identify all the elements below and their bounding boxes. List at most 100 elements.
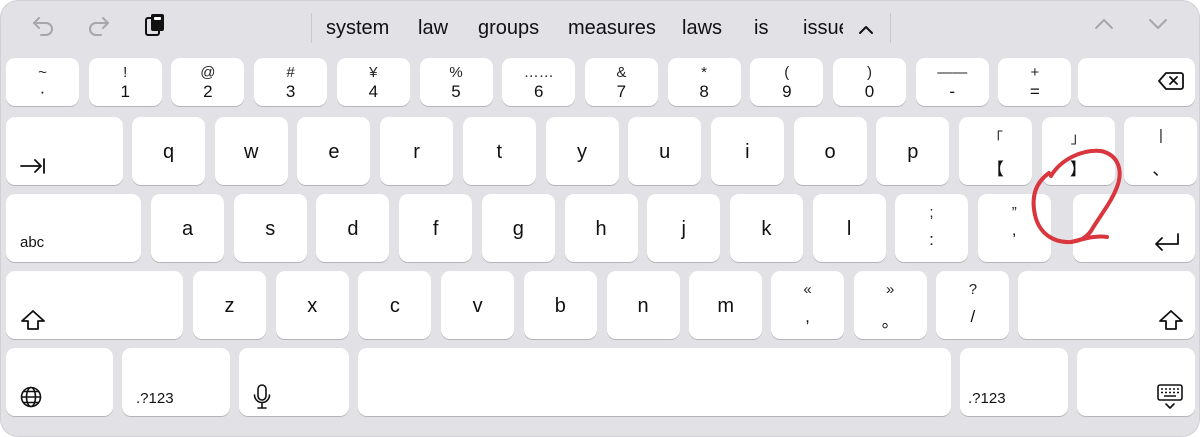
- number-key[interactable]: @2: [171, 58, 245, 106]
- suggestion-item[interactable]: law: [418, 1, 448, 55]
- key-top-label: 」: [1070, 130, 1086, 147]
- key-bottom-label: 5: [451, 82, 461, 101]
- letter-key-m[interactable]: m: [689, 271, 763, 339]
- number-key[interactable]: ) 0: [833, 58, 906, 106]
- key-top-label: &: [616, 64, 627, 81]
- letter-key-a[interactable]: a: [151, 194, 224, 262]
- letter-key-g[interactable]: g: [481, 194, 555, 262]
- symbol-key[interactable]: 」】: [1041, 117, 1115, 185]
- symbol-key[interactable]: «,: [771, 271, 844, 339]
- symbol-key[interactable]: ;:: [895, 194, 968, 262]
- letter-key-l[interactable]: l: [812, 194, 886, 262]
- key-label: b: [554, 295, 566, 317]
- expand-suggestions-button[interactable]: [843, 13, 889, 47]
- letter-key-y[interactable]: y: [545, 117, 619, 185]
- letter-key-w[interactable]: w: [214, 117, 288, 185]
- letter-key-j[interactable]: j: [647, 194, 721, 262]
- symbol-key[interactable]: |、: [1124, 117, 1198, 185]
- key-label: t: [496, 141, 503, 163]
- letter-key-h[interactable]: h: [564, 194, 638, 262]
- letter-key-n[interactable]: n: [606, 271, 680, 339]
- number-key[interactable]: #3: [254, 58, 328, 106]
- letter-key-r[interactable]: r: [380, 117, 454, 185]
- suggestion-item[interactable]: issue: [803, 1, 843, 55]
- redo-arrow-icon: [89, 17, 109, 36]
- number-key[interactable]: * 8: [667, 58, 741, 106]
- delete-key[interactable]: [1078, 58, 1195, 106]
- redo-button[interactable]: [85, 11, 113, 39]
- return-key[interactable]: [1073, 194, 1195, 262]
- number-key[interactable]: (9: [750, 58, 824, 106]
- key-bottom-label: -: [949, 82, 956, 101]
- key-label: h: [595, 218, 607, 240]
- numbers-label: .?123: [136, 390, 174, 407]
- previous-field-button[interactable]: [1091, 13, 1117, 35]
- key-label: y: [577, 141, 587, 163]
- clipboard-icon: [145, 14, 164, 36]
- hide-keyboard-key[interactable]: [1077, 348, 1195, 416]
- letter-key-x[interactable]: x: [275, 271, 349, 339]
- number-key[interactable]: & 7: [584, 58, 658, 106]
- keyboard-toolbar: system law groups measures lawsisissue: [1, 1, 1199, 55]
- letter-key-c[interactable]: c: [358, 271, 432, 339]
- number-key[interactable]: ~ ·: [6, 58, 79, 106]
- symbol-key[interactable]: »。: [853, 271, 927, 339]
- suggestion-item[interactable]: groups: [478, 1, 539, 55]
- letter-key-v[interactable]: v: [441, 271, 515, 339]
- key-bottom-label: 7: [616, 82, 627, 101]
- key-label: q: [162, 141, 175, 163]
- key-bottom-label: 【: [987, 160, 1004, 179]
- key-label: n: [637, 295, 649, 317]
- left-shift-key[interactable]: [6, 271, 183, 339]
- space-bar[interactable]: [358, 348, 951, 416]
- letter-key-d[interactable]: d: [316, 194, 390, 262]
- symbol-key[interactable]: 「【: [959, 117, 1032, 185]
- key-top-label: *: [701, 64, 708, 81]
- symbol-key[interactable]: ”’: [977, 194, 1051, 262]
- letter-key-f[interactable]: f: [399, 194, 473, 262]
- key-bottom-label: /: [970, 307, 976, 326]
- number-key[interactable]: ¥4: [336, 58, 410, 106]
- letter-key-u[interactable]: u: [628, 117, 702, 185]
- number-key[interactable]: …… 6: [502, 58, 576, 106]
- letter-key-o[interactable]: o: [793, 117, 867, 185]
- key-label: k: [761, 218, 772, 240]
- dictation-key[interactable]: [239, 348, 349, 416]
- letter-key-q[interactable]: q: [132, 117, 205, 185]
- number-key[interactable]: —— -: [915, 58, 989, 106]
- symbol-key[interactable]: ? /: [936, 271, 1010, 339]
- suggestion-item[interactable]: is: [754, 1, 768, 55]
- numbers-label: .?123: [968, 390, 1006, 407]
- suggestion-item[interactable]: measures: [568, 1, 656, 55]
- letter-key-b[interactable]: b: [523, 271, 597, 339]
- key-label: v: [472, 295, 483, 317]
- number-key[interactable]: % 5: [419, 58, 493, 106]
- letter-key-k[interactable]: k: [729, 194, 803, 262]
- abc-key[interactable]: abc: [6, 194, 141, 262]
- letter-key-t[interactable]: t: [462, 117, 536, 185]
- next-field-button[interactable]: [1145, 13, 1171, 35]
- key-bottom-label: 8: [699, 82, 709, 101]
- letter-key-e[interactable]: e: [297, 117, 371, 185]
- microphone-icon: [253, 384, 271, 409]
- letter-key-p[interactable]: p: [876, 117, 950, 185]
- suggestion-item[interactable]: laws: [682, 1, 722, 55]
- key-top-label: |: [1158, 127, 1163, 144]
- key-bottom-label: 3: [285, 82, 296, 101]
- tab-key[interactable]: [6, 117, 123, 185]
- globe-key[interactable]: [6, 348, 113, 416]
- shift-arrow-icon: [21, 310, 45, 330]
- numbers-key-left[interactable]: .?123: [122, 348, 230, 416]
- numbers-key-right[interactable]: .?123: [960, 348, 1068, 416]
- suggestion-item[interactable]: system: [326, 1, 389, 55]
- number-key[interactable]: + =: [998, 58, 1072, 106]
- undo-button[interactable]: [29, 11, 57, 39]
- right-shift-key[interactable]: [1018, 271, 1195, 339]
- number-key[interactable]: ! 1: [88, 58, 162, 106]
- key-top-label: ): [867, 64, 872, 81]
- letter-key-s[interactable]: s: [233, 194, 307, 262]
- key-top-label: «: [803, 281, 812, 298]
- paste-button[interactable]: [142, 10, 168, 40]
- letter-key-z[interactable]: z: [193, 271, 266, 339]
- letter-key-i[interactable]: i: [710, 117, 784, 185]
